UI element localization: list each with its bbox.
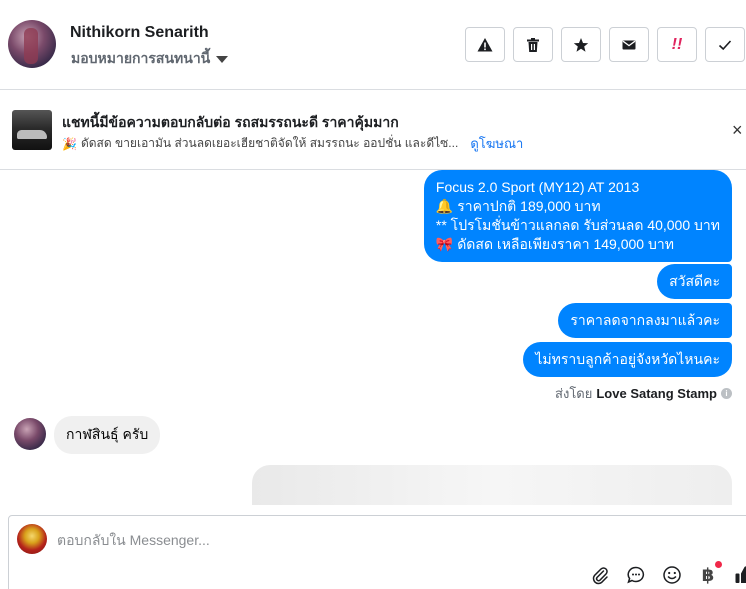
close-icon[interactable]: × bbox=[732, 120, 746, 140]
chevron-down-icon bbox=[216, 55, 229, 63]
notification-dot bbox=[715, 561, 722, 568]
image-attachment[interactable] bbox=[252, 465, 732, 505]
ad-description: ดัดสด ขายเอามัน ส่วนลดเยอะเฮียชาติจัดให้… bbox=[80, 136, 459, 150]
assign-conversation-dropdown[interactable]: มอบหมายการสนทนานี้ bbox=[71, 48, 229, 70]
mark-unread-button[interactable] bbox=[609, 27, 649, 62]
contact-name[interactable]: Nithikorn Senarith bbox=[70, 24, 209, 42]
sent-by-label: ส่งโดย Love Satang Stamp i bbox=[555, 383, 732, 404]
page-avatar bbox=[17, 524, 47, 554]
mark-spam-button[interactable] bbox=[465, 27, 505, 62]
warning-icon bbox=[477, 37, 493, 51]
view-ad-link[interactable]: ดูโฆษณา bbox=[470, 133, 523, 154]
ad-title: แชทนี้มีข้อความตอบกลับต่อ รถสมรรถนะดี รา… bbox=[62, 114, 399, 130]
payment-button[interactable]: ฿ bbox=[697, 561, 722, 586]
sent-by-name: Love Satang Stamp bbox=[596, 386, 717, 401]
saved-replies-button[interactable] bbox=[625, 564, 647, 586]
reply-input[interactable] bbox=[57, 532, 657, 548]
action-toolbar: !! bbox=[465, 27, 745, 62]
baht-icon: ฿ bbox=[701, 564, 715, 585]
mark-done-button[interactable] bbox=[705, 27, 745, 62]
thumbs-up-icon bbox=[735, 566, 746, 583]
star-icon bbox=[573, 37, 589, 52]
chat-bubble-icon bbox=[627, 566, 645, 584]
message-line: ** โปรโมชั่นข้าวแลกลด รับส่วนลด 40,000 บ… bbox=[435, 217, 720, 233]
paperclip-icon bbox=[592, 567, 608, 585]
trash-icon bbox=[527, 37, 539, 52]
conversation-header: Nithikorn Senarith มอบหมายการสนทนานี้ !! bbox=[0, 0, 746, 90]
smile-icon bbox=[663, 566, 681, 584]
ad-description-row: 🎉 ดัดสด ขายเอามัน ส่วนลดเยอะเฮียชาติจัดใ… bbox=[62, 133, 523, 154]
outgoing-message[interactable]: ราคาลดจากลงมาแล้วคะ bbox=[558, 303, 732, 338]
message-line: 🎀 ดัดสด เหลือเพียงราคา 149,000 บาท bbox=[435, 236, 674, 252]
follow-up-button[interactable]: !! bbox=[657, 27, 697, 62]
info-icon[interactable]: i bbox=[721, 388, 732, 399]
reply-composer: ฿ bbox=[8, 515, 746, 589]
check-icon bbox=[718, 39, 732, 50]
double-exclamation-icon: !! bbox=[671, 35, 683, 53]
delete-button[interactable] bbox=[513, 27, 553, 62]
attach-file-button[interactable] bbox=[589, 564, 611, 586]
message-line: Focus 2.0 Sport (MY12) AT 2013 bbox=[435, 179, 640, 195]
outgoing-message[interactable]: สวัสดีคะ bbox=[657, 264, 732, 299]
like-button[interactable] bbox=[733, 564, 746, 586]
incoming-message[interactable]: กาฬสินธุ์ ครับ bbox=[54, 416, 161, 454]
sent-by-prefix: ส่งโดย bbox=[555, 386, 593, 401]
avatar[interactable] bbox=[14, 418, 46, 450]
ad-reference-banner: แชทนี้มีข้อความตอบกลับต่อ รถสมรรถนะดี รา… bbox=[0, 90, 746, 170]
mail-icon bbox=[622, 40, 636, 49]
ad-thumbnail[interactable] bbox=[12, 110, 52, 150]
avatar[interactable] bbox=[8, 20, 56, 68]
party-popper-icon: 🎉 bbox=[62, 136, 77, 151]
message-thread[interactable]: Focus 2.0 Sport (MY12) AT 2013 🔔 ราคาปกต… bbox=[0, 170, 746, 505]
outgoing-message[interactable]: ไม่ทราบลูกค้าอยู่จังหวัดไหนคะ bbox=[523, 342, 732, 377]
message-line: 🔔 ราคาปกติ 189,000 บาท bbox=[435, 198, 601, 214]
emoji-button[interactable] bbox=[661, 564, 683, 586]
assign-label: มอบหมายการสนทนานี้ bbox=[71, 50, 211, 66]
star-button[interactable] bbox=[561, 27, 601, 62]
outgoing-message[interactable]: Focus 2.0 Sport (MY12) AT 2013 🔔 ราคาปกต… bbox=[423, 170, 732, 262]
composer-tools: ฿ bbox=[589, 561, 746, 586]
